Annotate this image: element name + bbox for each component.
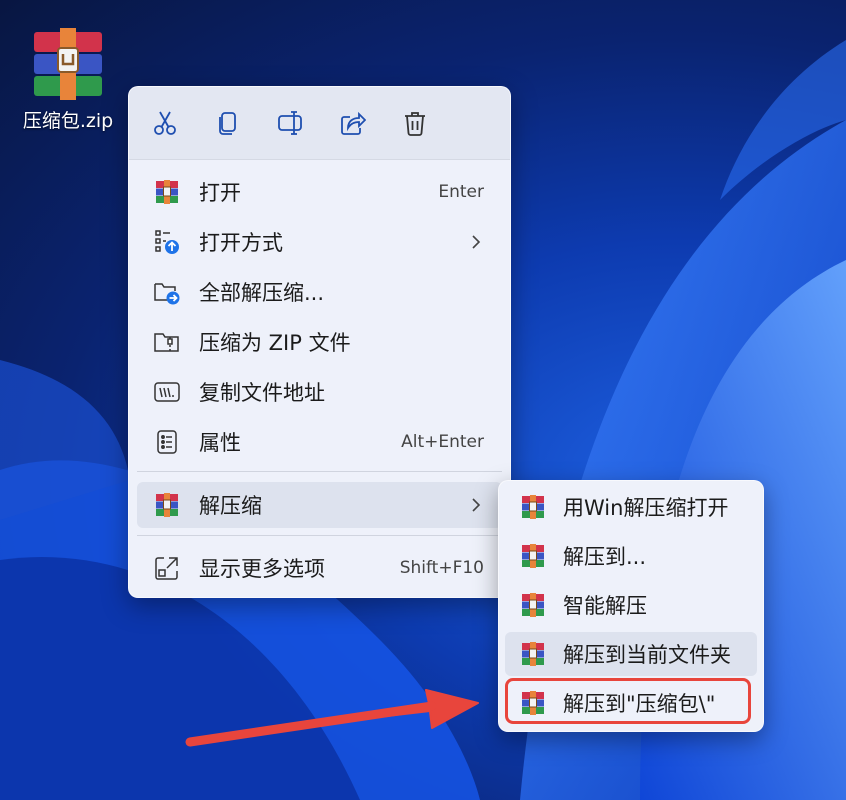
submenu-item-extract-here[interactable]: 解压到当前文件夹: [505, 632, 757, 676]
extract-submenu: 用Win解压缩打开 解压到... 智能解压 解压到当前文件夹 解压到"压缩包\": [498, 480, 764, 732]
delete-button[interactable]: [397, 105, 433, 141]
rename-button[interactable]: [273, 105, 309, 141]
rename-icon: [278, 111, 302, 135]
desktop-file-label: 压缩包.zip: [22, 110, 114, 132]
menu-item-copy-path[interactable]: 复制文件地址: [137, 369, 502, 415]
winrar-icon: [153, 491, 181, 519]
menu-item-extract[interactable]: 解压缩: [137, 482, 502, 528]
winrar-icon: [519, 591, 547, 619]
submenu-item-extract-to[interactable]: 解压到...: [505, 534, 757, 578]
menu-item-extract-all[interactable]: 全部解压缩...: [137, 269, 502, 315]
cut-icon: [154, 111, 176, 135]
open-with-icon: [153, 228, 181, 256]
winrar-archive-icon: [32, 28, 104, 100]
delete-icon: [405, 112, 425, 136]
winrar-icon: [519, 689, 547, 717]
context-menu: 打开 Enter 打开方式 全部解压缩... 压缩为 ZIP 文件 复制文件地址…: [128, 86, 511, 598]
submenu-item-extract-to-folder[interactable]: 解压到"压缩包\": [505, 681, 757, 725]
chevron-right-icon: [466, 235, 486, 249]
winrar-icon: [519, 493, 547, 521]
menu-item-more-options[interactable]: 显示更多选项 Shift+F10: [137, 545, 502, 591]
properties-icon: [153, 428, 181, 456]
chevron-right-icon: [466, 498, 486, 512]
cut-button[interactable]: [147, 105, 183, 141]
menu-separator: [137, 535, 502, 536]
menu-item-compress-zip[interactable]: 压缩为 ZIP 文件: [137, 319, 502, 365]
copy-icon: [219, 112, 236, 135]
winrar-icon: [153, 178, 181, 206]
winrar-icon: [519, 640, 547, 668]
menu-item-properties[interactable]: 属性 Alt+Enter: [137, 419, 502, 465]
more-options-icon: [153, 554, 181, 582]
menu-item-open[interactable]: 打开 Enter: [137, 169, 502, 215]
extract-all-icon: [153, 278, 181, 306]
menu-item-open-with[interactable]: 打开方式: [137, 219, 502, 265]
context-menu-toolbar: [129, 87, 510, 160]
submenu-item-smart-extract[interactable]: 智能解压: [505, 583, 757, 627]
winrar-icon: [519, 542, 547, 570]
desktop-file-icon[interactable]: 压缩包.zip: [18, 28, 118, 133]
copy-path-icon: [153, 378, 181, 406]
menu-separator: [137, 471, 502, 472]
submenu-item-open-with-win[interactable]: 用Win解压缩打开: [505, 485, 757, 529]
zip-folder-icon: [153, 328, 181, 356]
copy-button[interactable]: [210, 105, 246, 141]
share-button[interactable]: [335, 105, 371, 141]
share-icon: [341, 111, 366, 135]
